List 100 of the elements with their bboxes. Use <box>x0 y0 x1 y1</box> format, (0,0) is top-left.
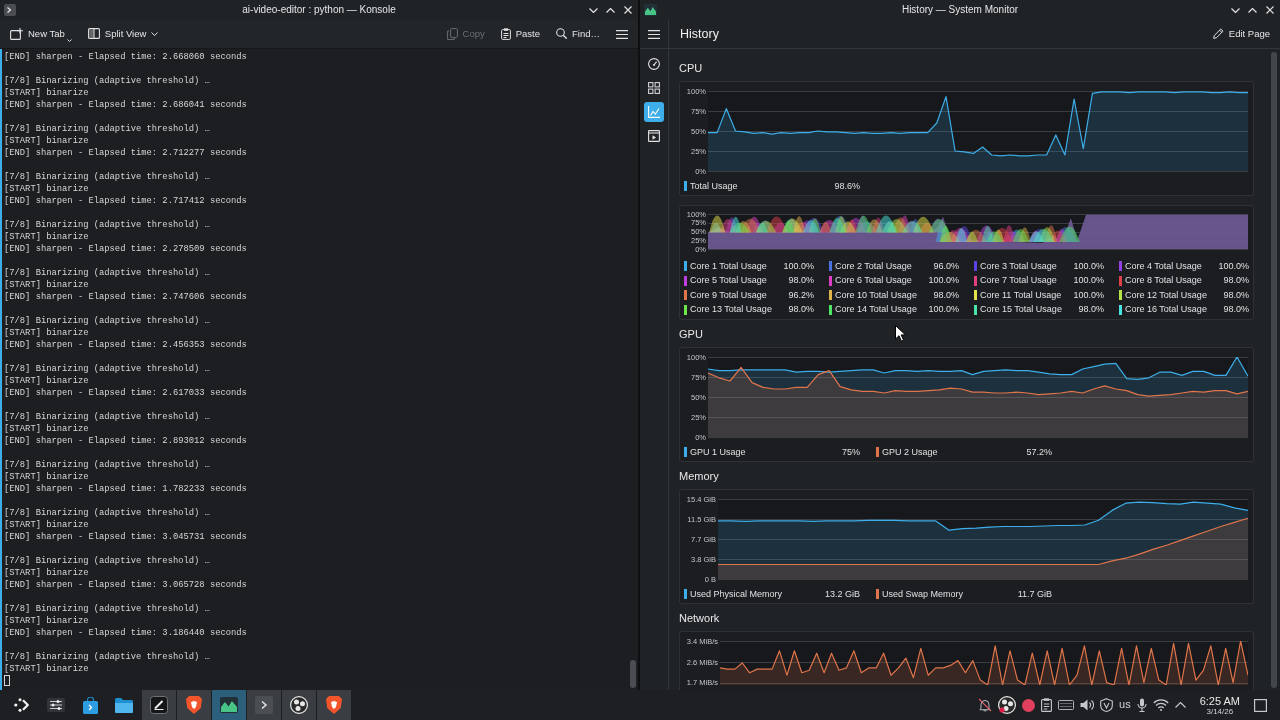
legend-label: GPU 2 Usage <box>882 446 938 458</box>
find-button[interactable]: Find… <box>552 26 604 42</box>
chevron-up-icon[interactable] <box>606 7 615 13</box>
legend-value: 96.2% <box>788 289 814 301</box>
shield-icon[interactable] <box>326 696 342 714</box>
terminal-line: [END] sharpen - Elapsed time: 2.717412 seconds <box>4 195 247 207</box>
window-title: History — System Monitor <box>901 4 1019 16</box>
terminal-line: [7/8] Binarizing (adaptive threshold) … <box>4 267 210 279</box>
legend-value: 100.0% <box>1073 289 1104 301</box>
record-dot-icon[interactable] <box>1022 698 1035 712</box>
close-icon[interactable] <box>623 6 632 14</box>
legend-value: 98.6% <box>834 180 860 192</box>
wifi-icon[interactable] <box>1152 699 1169 711</box>
legend-label: Core 5 Total Usage <box>690 275 767 287</box>
legend-value: 98.0% <box>1223 275 1249 287</box>
section-heading: Network <box>679 611 720 626</box>
pen-square-icon[interactable] <box>150 696 168 714</box>
legend-value: 100.0% <box>1218 260 1249 272</box>
terminal-line: [END] sharpen - Elapsed time: 2.893012 seconds <box>4 435 247 447</box>
legend-label: Core 9 Total Usage <box>690 289 767 301</box>
task-button[interactable] <box>142 690 176 720</box>
terminal-line: [END] sharpen - Elapsed time: 2.712277 seconds <box>4 147 247 159</box>
chevron-down-icon[interactable] <box>589 7 598 13</box>
bell-slash-icon[interactable] <box>978 698 992 712</box>
legend-value: 100.0% <box>928 304 959 316</box>
chevron-up-icon[interactable] <box>1174 702 1186 708</box>
page-title: History <box>680 26 719 42</box>
edit-page-button[interactable]: Edit Page <box>1208 26 1274 42</box>
dots-chevron-icon[interactable] <box>14 698 30 712</box>
terminal-line: [START] binarize <box>4 567 89 579</box>
terminal-line: [END] sharpen - Elapsed time: 2.617033 seconds <box>4 387 247 399</box>
keyboard-icon[interactable] <box>1058 700 1074 710</box>
scrollbar[interactable] <box>1271 52 1277 688</box>
legend-value: 13.2 GiB <box>824 588 860 600</box>
legend-value: 98.0% <box>933 289 959 301</box>
square-outline-icon[interactable] <box>1254 698 1267 712</box>
terminal-line: [START] binarize <box>4 423 89 435</box>
volume-icon[interactable] <box>1080 699 1094 711</box>
two-pane-icon[interactable] <box>87 28 100 40</box>
three-circles-icon[interactable] <box>290 696 308 714</box>
sliders-icon[interactable] <box>47 698 65 712</box>
terminal-line: [7/8] Binarizing (adaptive threshold) … <box>4 603 210 615</box>
legend-value: 100.0% <box>928 275 959 287</box>
shopping-bag-icon[interactable] <box>82 696 98 714</box>
terminal-icon[interactable] <box>4 4 16 16</box>
area-chart-icon[interactable] <box>220 697 238 713</box>
legend-label: Total Usage <box>690 180 738 192</box>
task-button[interactable] <box>177 690 211 720</box>
chevron-up-icon[interactable] <box>1248 7 1257 13</box>
legend-value: 98.0% <box>788 275 814 287</box>
pencil-icon[interactable] <box>1212 28 1224 40</box>
chevron-down-icon[interactable] <box>1231 7 1240 13</box>
task-button[interactable] <box>282 690 316 720</box>
legend-value: 98.0% <box>1223 289 1249 301</box>
section-heading: GPU <box>679 327 703 342</box>
terminal-line: [END] sharpen - Elapsed time: 1.782233 seconds <box>4 483 247 495</box>
search-icon[interactable] <box>556 28 567 40</box>
terminal-line: [END] sharpen - Elapsed time: 2.686041 seconds <box>4 99 247 111</box>
legend-value: 98.0% <box>788 304 814 316</box>
caret-icon[interactable] <box>151 32 159 36</box>
terminal-line: [START] binarize <box>4 87 89 99</box>
split-view-button[interactable]: Split View <box>83 26 163 42</box>
paste-button[interactable]: Paste <box>496 26 544 42</box>
caret-icon[interactable] <box>66 39 72 42</box>
legend-label: Core 7 Total Usage <box>980 275 1057 287</box>
menu-icon[interactable] <box>648 29 660 39</box>
close-icon[interactable] <box>1265 6 1274 14</box>
menu-icon[interactable] <box>616 29 628 39</box>
microphone-icon[interactable] <box>1136 698 1147 712</box>
terminal-icon[interactable] <box>255 696 273 714</box>
clipboard-icon[interactable] <box>1041 698 1052 712</box>
text-cursor-icon <box>4 675 10 686</box>
scrollbar[interactable] <box>630 660 636 688</box>
window-title: ai-video-editor : python — Konsole <box>242 4 396 16</box>
terminal-line: [START] binarize <box>4 135 89 147</box>
terminal-line: [7/8] Binarizing (adaptive threshold) … <box>4 411 210 423</box>
square-plus-icon[interactable] <box>10 28 23 40</box>
terminal-line: [7/8] Binarizing (adaptive threshold) … <box>4 555 210 567</box>
terminal-line: [END] sharpen - Elapsed time: 3.065728 seconds <box>4 579 247 591</box>
clipboard-icon[interactable] <box>500 28 511 40</box>
new-tab-button[interactable]: New Tab <box>6 26 76 42</box>
task-button[interactable] <box>317 690 351 720</box>
clock-date: 3/14/26 <box>1206 706 1234 716</box>
legend-label: Used Swap Memory <box>882 588 964 600</box>
task-button[interactable] <box>212 690 246 720</box>
legend-value: 100.0% <box>1073 260 1104 272</box>
keyboard-layout-label[interactable]: us <box>1119 698 1131 712</box>
folder-icon[interactable] <box>115 697 133 713</box>
terminal-line: [7/8] Binarizing (adaptive threshold) … <box>4 363 210 375</box>
legend-label: Core 3 Total Usage <box>980 260 1057 272</box>
terminal-line: [START] binarize <box>4 231 89 243</box>
three-circles-icon[interactable] <box>998 696 1016 714</box>
legend-label: Core 1 Total Usage <box>690 260 767 272</box>
terminal-line: [7/8] Binarizing (adaptive threshold) … <box>4 459 210 471</box>
area-chart-icon[interactable] <box>644 4 657 16</box>
legend-label: GPU 1 Usage <box>690 446 746 458</box>
shield-outline-icon[interactable] <box>1100 698 1113 712</box>
terminal-line: [7/8] Binarizing (adaptive threshold) … <box>4 75 210 87</box>
terminal-line: [START] binarize <box>4 279 89 291</box>
shield-icon[interactable] <box>186 696 202 714</box>
